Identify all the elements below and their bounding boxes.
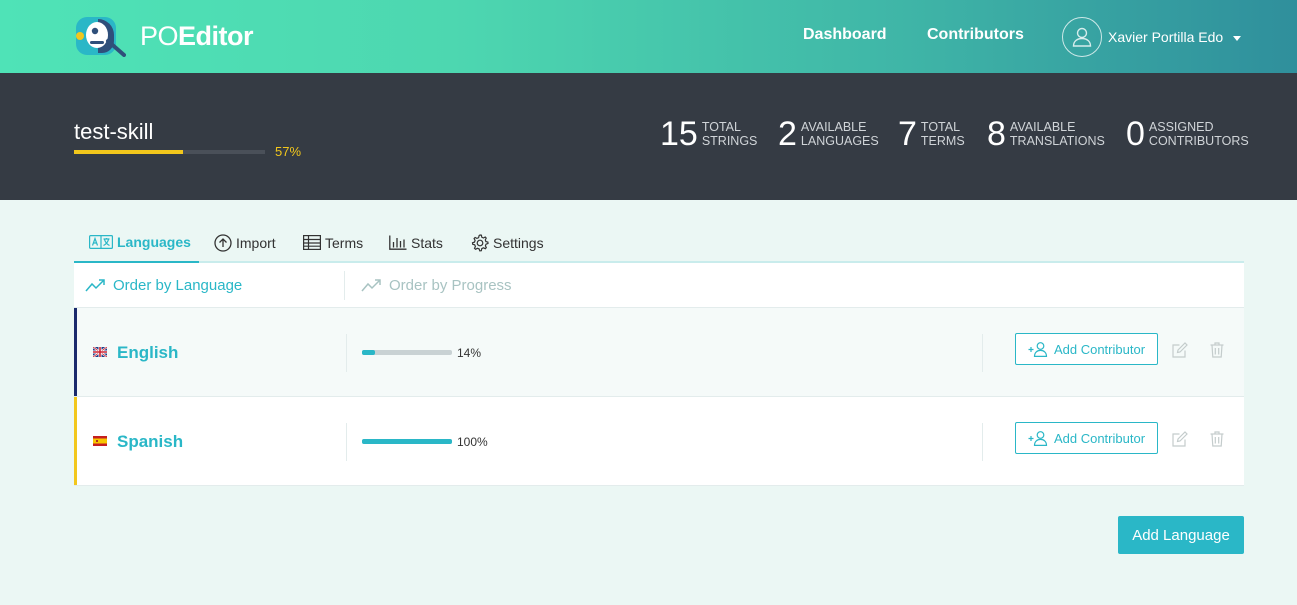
language-progress-label: 100% [457,435,488,449]
stat-total-terms: 7 Total Terms [898,117,965,151]
project-name[interactable]: test-skill [74,119,153,145]
poeditor-logo-icon [74,15,126,57]
tab-label: Terms [325,234,364,251]
header-divider [344,271,345,300]
tab-label: Import [236,234,276,251]
stat-label: Total Terms [920,120,965,148]
bar-chart-icon [389,235,407,250]
stat-total-strings: 15 Total Strings [660,117,757,151]
stat-value: 15 [660,115,698,153]
language-progress-fill [362,439,452,444]
row-accent [74,397,77,485]
order-by-language-button[interactable]: Order by Language [85,263,242,308]
stat-value: 8 [987,115,1006,153]
project-header: test-skill 57% 15 Total Strings 2 Availa… [0,73,1297,200]
add-user-icon [1028,430,1048,446]
top-navbar: POEditor Dashboard Contributors Xavier P… [0,0,1297,73]
add-user-icon [1028,341,1048,357]
nav-contributors-link[interactable]: Contributors [927,26,1024,44]
row-divider [346,423,347,461]
stat-value: 2 [778,115,797,153]
add-contributor-label: Add Contributor [1053,430,1146,446]
languages-list: Order by Language Order by Progress Engl… [74,263,1244,486]
tab-stats[interactable]: Stats [389,222,443,263]
user-avatar-icon [1062,17,1102,57]
order-label: Order by Language [113,277,243,294]
order-label: Order by Progress [389,277,512,294]
logo-text: POEditor [140,20,254,51]
stat-label: Assigned Contributors [1148,120,1249,148]
stat-label: Total Strings [701,120,758,148]
add-contributor-button[interactable]: Add Contributor [1015,333,1158,365]
tab-label: Settings [493,234,544,251]
add-contributor-button[interactable]: Add Contributor [1015,422,1158,454]
sort-trend-icon [85,278,105,291]
order-by-progress-button[interactable]: Order by Progress [361,263,512,308]
chevron-down-icon [1233,36,1242,41]
tab-languages[interactable]: Languages [74,222,199,263]
upload-circle-icon [214,233,232,252]
language-name[interactable]: Spanish [117,432,183,452]
language-progress-bar [362,350,452,355]
logo[interactable]: POEditor [74,15,254,57]
list-header: Order by Language Order by Progress [74,263,1244,308]
user-name: Xavier Portilla Edo [1108,29,1224,45]
table-icon [303,235,321,250]
language-progress-label: 14% [457,346,482,360]
tab-label: Stats [411,234,443,251]
tab-import[interactable]: Import [214,222,276,263]
add-contributor-label: Add Contributor [1053,341,1146,357]
language-row-english: English 14% Add Contributor [74,308,1244,397]
uk-flag-icon [93,347,107,357]
tab-label: Languages [117,233,191,250]
row-divider [346,334,347,372]
edit-icon[interactable] [1172,342,1188,358]
stat-label: Available Languages [800,120,879,148]
edit-icon[interactable] [1172,431,1188,447]
add-language-button[interactable]: Add Language [1118,516,1244,554]
stat-assigned-contributors: 0 Assigned Contributors [1126,117,1249,151]
language-progress-fill [362,350,375,355]
nav-dashboard-link[interactable]: Dashboard [803,26,887,44]
project-tabs: Languages Import Terms Stats Settings [74,222,1244,263]
stat-available-translations: 8 Available Translations [987,117,1105,151]
user-menu[interactable]: Xavier Portilla Edo [1062,17,1242,57]
stat-available-languages: 2 Available Languages [778,117,879,151]
gear-icon [471,233,489,252]
stat-value: 0 [1126,115,1145,153]
row-accent [74,308,77,396]
language-row-spanish: Spanish 100% Add Contributor [74,397,1244,486]
trash-icon[interactable] [1210,342,1224,358]
stat-label: Available Translations [1009,120,1105,148]
sort-trend-icon [361,278,381,291]
project-progress-fill [74,150,183,154]
language-name[interactable]: English [117,343,178,363]
languages-icon [89,234,113,249]
row-divider [982,334,983,372]
tab-settings[interactable]: Settings [471,222,544,263]
project-progress-label: 57% [275,144,302,159]
spain-flag-icon [93,436,107,446]
tab-terms[interactable]: Terms [303,222,363,263]
project-progress-bar [74,150,265,154]
trash-icon[interactable] [1210,431,1224,447]
language-progress-bar [362,439,452,444]
row-divider [982,423,983,461]
stat-value: 7 [898,115,917,153]
